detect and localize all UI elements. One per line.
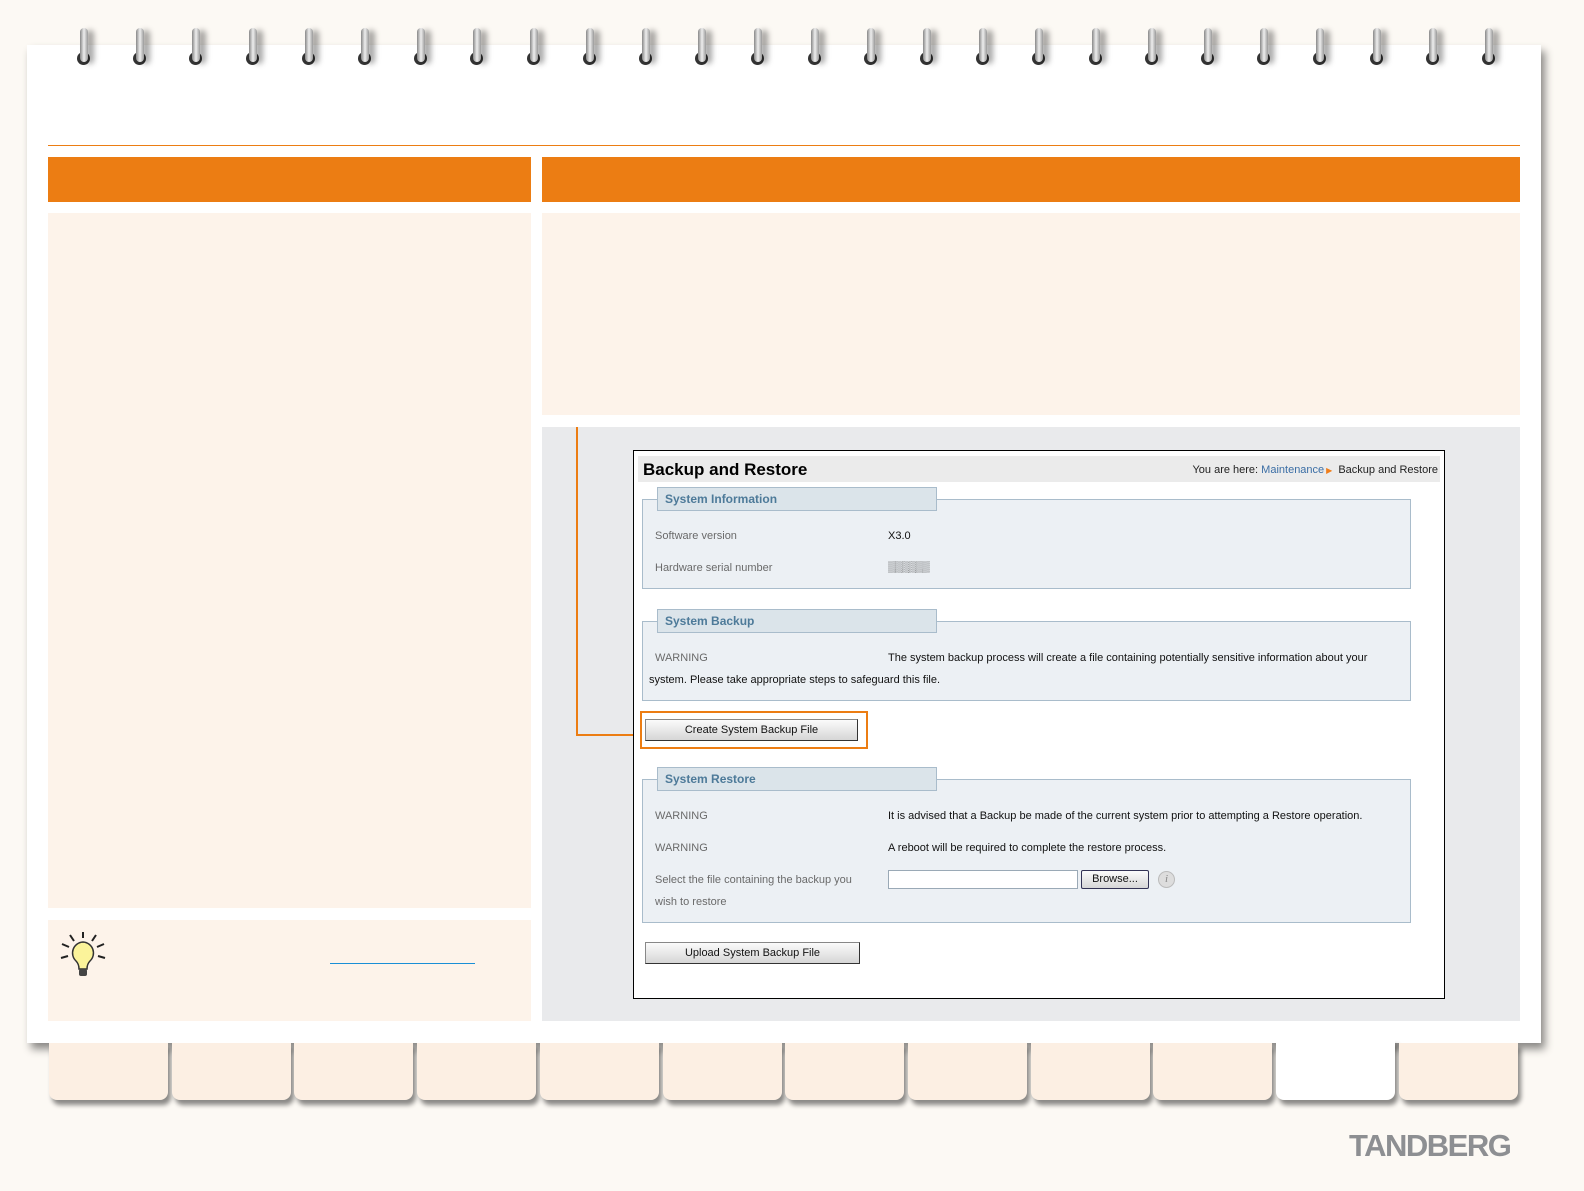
backup-file-input[interactable]: [888, 870, 1078, 889]
binding-ring: [1316, 28, 1325, 62]
section-tab[interactable]: [785, 1043, 905, 1100]
lightbulb-icon: [60, 932, 106, 976]
binding-ring: [923, 28, 931, 62]
warning-label: WARNING: [655, 652, 708, 664]
binding-ring: [1091, 28, 1100, 62]
section-tab[interactable]: [907, 1043, 1027, 1100]
callout-line: [576, 427, 578, 736]
binding-ring: [1147, 28, 1156, 62]
binding-ring: [866, 28, 875, 62]
breadcrumb-arrow-icon: ▶: [1326, 466, 1333, 475]
system-backup-section: System Backup WARNING The system backup …: [642, 609, 1411, 701]
serial-number-label: Hardware serial number: [655, 562, 773, 574]
warning-label: WARNING: [655, 842, 708, 854]
info-icon[interactable]: i: [1158, 871, 1175, 888]
breadcrumb-current: Backup and Restore: [1338, 464, 1438, 476]
breadcrumb-prefix: You are here:: [1192, 464, 1259, 476]
browse-button[interactable]: Browse...: [1081, 870, 1149, 889]
tandberg-logo: TANDBERG: [1349, 1128, 1512, 1163]
backup-restore-window: Backup and Restore You are here: Mainten…: [633, 450, 1445, 999]
binding-ring: [1485, 28, 1493, 62]
section-tab[interactable]: [662, 1043, 782, 1100]
warning-text: It is advised that a Backup be made of t…: [888, 810, 1363, 822]
binding-ring: [304, 28, 313, 62]
section-tab[interactable]: [49, 1043, 168, 1100]
section-tab[interactable]: [1398, 1043, 1518, 1100]
section-tab[interactable]: [417, 1043, 537, 1100]
breadcrumb-maintenance-link[interactable]: Maintenance: [1261, 464, 1324, 476]
section-tab[interactable]: [171, 1043, 291, 1100]
binding-ring: [248, 28, 257, 62]
warning-text-cont: system. Please take appropriate steps to…: [649, 674, 941, 686]
callout-arrow: [576, 734, 634, 736]
system-restore-section: System Restore WARNING It is advised tha…: [642, 767, 1411, 923]
section-legend: System Restore: [657, 767, 937, 791]
section-tab[interactable]: [294, 1043, 414, 1100]
warning-text: The system backup process will create a …: [888, 652, 1368, 664]
upload-backup-button[interactable]: Upload System Backup File: [645, 942, 860, 964]
page-title: Backup and Restore: [643, 460, 808, 479]
binding-ring: [417, 28, 426, 62]
warning-label: WARNING: [655, 810, 708, 822]
binding-ring: [754, 28, 763, 62]
software-version-value: X3.0: [888, 530, 911, 542]
warning-text: A reboot will be required to complete th…: [888, 842, 1167, 854]
section-tab[interactable]: [539, 1043, 659, 1100]
left-header-bar: [48, 157, 531, 202]
title-bar: Backup and Restore You are here: Mainten…: [638, 456, 1440, 482]
binding-ring: [642, 28, 650, 62]
left-text-panel: [48, 213, 531, 908]
breadcrumb: You are here: Maintenance ▶ Backup and Res…: [1192, 464, 1438, 476]
section-tab[interactable]: [1030, 1043, 1150, 1100]
file-select-label: Select the file containing the backup yo…: [655, 874, 852, 886]
binding-ring: [192, 28, 201, 62]
header-rule: [48, 145, 1520, 146]
serial-number-value: ▒▒▒▒▒▒: [888, 561, 930, 573]
binding-ring: [698, 28, 707, 62]
binding-ring: [361, 28, 369, 62]
binding-ring: [136, 28, 145, 62]
binding-ring: [1260, 28, 1269, 62]
section-legend: System Information: [657, 487, 937, 511]
right-header-bar: [542, 157, 1520, 202]
section-tab[interactable]: [1153, 1043, 1273, 1100]
binding-ring: [529, 28, 538, 62]
binding-ring: [1372, 28, 1381, 62]
tip-panel: [48, 920, 531, 1021]
software-version-label: Software version: [655, 530, 737, 542]
binding-ring: [810, 28, 819, 62]
file-select-label-cont: wish to restore: [655, 896, 727, 908]
section-tab[interactable]: [1276, 1040, 1395, 1100]
binding-ring: [1035, 28, 1044, 62]
binding-ring: [80, 28, 88, 62]
create-backup-button[interactable]: Create System Backup File: [645, 719, 858, 741]
binding-ring: [1428, 28, 1437, 62]
section-legend: System Backup: [657, 609, 937, 633]
binding-ring: [979, 28, 988, 62]
binding-ring: [585, 28, 594, 62]
right-text-panel: [542, 213, 1520, 415]
binding-ring: [473, 28, 482, 62]
system-information-section: System Information Software version X3.0…: [642, 487, 1411, 589]
binding-ring: [1204, 28, 1212, 62]
tip-link-underline[interactable]: [330, 963, 475, 964]
